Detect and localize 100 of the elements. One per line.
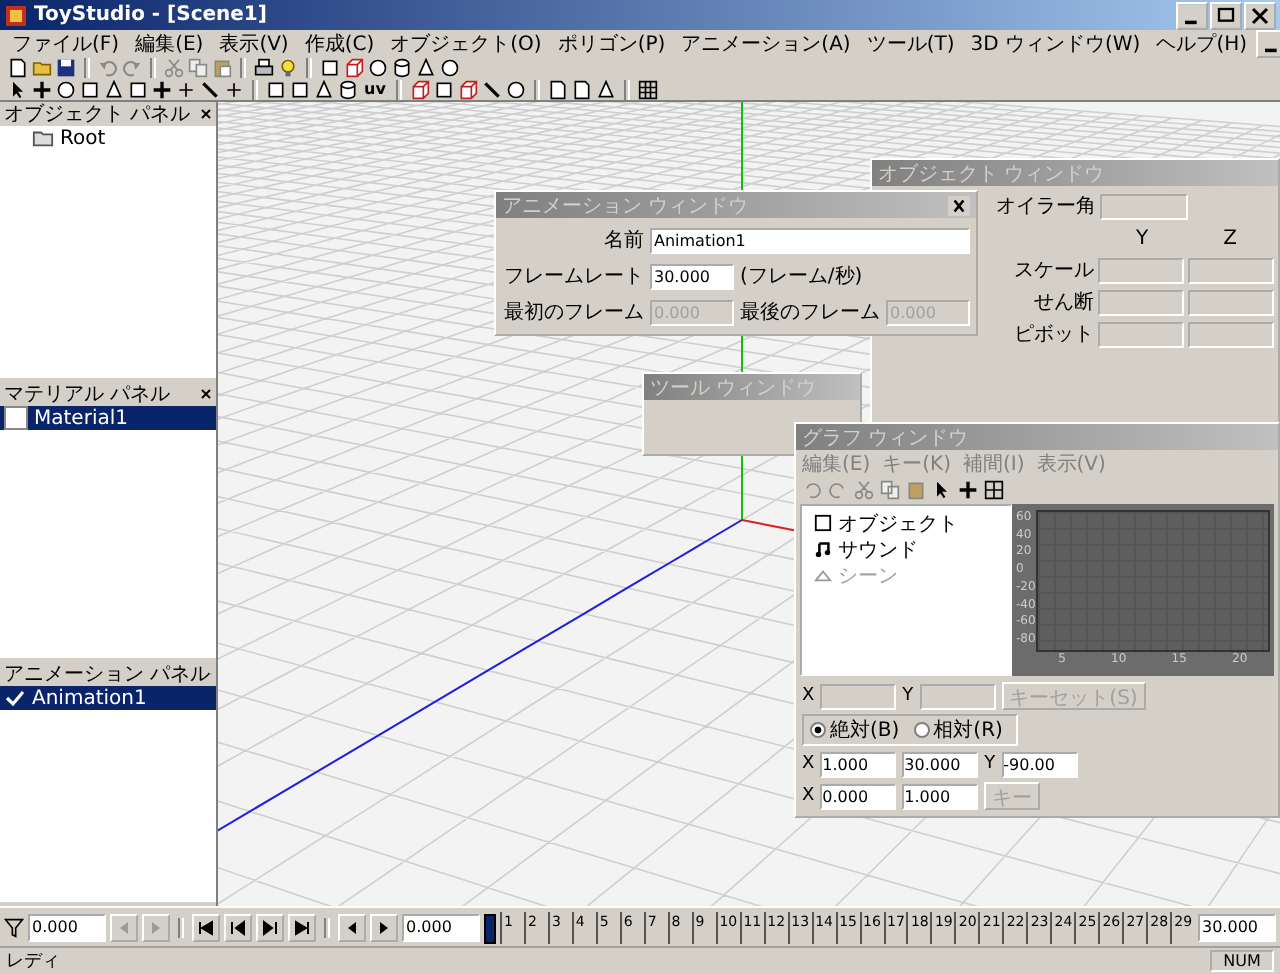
mode-radio[interactable]: 絶対(B) bbox=[810, 716, 900, 744]
current-frame-field[interactable]: 0.000 bbox=[402, 913, 480, 941]
minimize-icon[interactable] bbox=[1176, 1, 1208, 29]
input-field[interactable] bbox=[919, 683, 996, 709]
square-icon[interactable] bbox=[266, 79, 286, 99]
clipboard-icon[interactable] bbox=[212, 57, 232, 77]
move-icon[interactable] bbox=[32, 79, 52, 99]
line-icon[interactable] bbox=[481, 79, 502, 99]
frame-rate-field[interactable]: 30.000 bbox=[650, 263, 734, 289]
plus-icon[interactable] bbox=[224, 79, 244, 99]
clipboard-icon[interactable] bbox=[906, 480, 926, 500]
menu-item[interactable]: 3D ウィンドウ(W) bbox=[962, 29, 1149, 57]
skip-start-icon[interactable] bbox=[192, 913, 220, 941]
input-field[interactable] bbox=[1097, 289, 1184, 315]
panel-list-item[interactable]: Root bbox=[0, 126, 216, 150]
square-icon[interactable] bbox=[290, 79, 310, 99]
menu-item[interactable]: アニメーション(A) bbox=[673, 29, 859, 57]
menu-item[interactable]: 編集(E) bbox=[127, 29, 212, 57]
skip-end-icon[interactable] bbox=[288, 913, 316, 941]
start-frame-field[interactable]: 0.000 bbox=[28, 913, 106, 941]
scene-icon bbox=[814, 566, 832, 584]
input-field[interactable]: -90.00 bbox=[1001, 751, 1078, 777]
cube-icon[interactable] bbox=[344, 57, 364, 77]
field-label: Y bbox=[902, 686, 914, 706]
end-frame-field[interactable]: 30.000 bbox=[1198, 913, 1276, 941]
play-icon[interactable] bbox=[370, 913, 398, 941]
input-field[interactable] bbox=[1187, 321, 1274, 347]
field-label: 最初のフレーム bbox=[504, 299, 644, 326]
menu-item[interactable]: オブジェクト(O) bbox=[382, 29, 550, 57]
pointer-icon[interactable] bbox=[932, 480, 952, 500]
uv-button[interactable]: uv bbox=[362, 79, 388, 99]
plus-icon[interactable] bbox=[176, 79, 196, 99]
window-title: ToyStudio - [Scene1] bbox=[34, 4, 267, 26]
field-label: X bbox=[802, 786, 815, 806]
panel-title: マテリアル パネル bbox=[4, 382, 171, 408]
square-icon[interactable] bbox=[320, 57, 340, 77]
field-label: オイラー角 bbox=[994, 194, 1096, 220]
field-label: 最後のフレーム bbox=[740, 300, 880, 326]
line-icon[interactable] bbox=[200, 79, 220, 99]
square-icon[interactable] bbox=[433, 79, 454, 99]
panel-list-item[interactable]: Animation1 bbox=[0, 686, 216, 710]
name-field[interactable]: Animation1 bbox=[650, 227, 970, 253]
pointer-icon[interactable] bbox=[8, 79, 28, 99]
grid-icon[interactable] bbox=[637, 79, 658, 99]
cone-icon[interactable] bbox=[416, 57, 436, 77]
input-field[interactable] bbox=[820, 683, 897, 709]
window-title: グラフ ウィンドウ bbox=[802, 425, 969, 451]
cube-icon[interactable] bbox=[457, 79, 478, 99]
bulb-icon[interactable] bbox=[278, 57, 298, 77]
printer-icon[interactable] bbox=[254, 57, 274, 77]
cylinder-icon[interactable] bbox=[338, 79, 358, 99]
input-field[interactable] bbox=[1100, 193, 1188, 219]
field-label: Y bbox=[984, 754, 996, 774]
grid-icon[interactable] bbox=[984, 480, 1004, 500]
timeline-thumb[interactable] bbox=[484, 913, 496, 943]
square-icon[interactable] bbox=[128, 79, 148, 99]
status-text: レディ bbox=[6, 950, 60, 974]
tree-item[interactable]: サウンド bbox=[806, 536, 1006, 562]
circle-icon[interactable] bbox=[505, 79, 526, 99]
tree-item[interactable]: オブジェクト bbox=[806, 510, 1006, 536]
checkmark-icon[interactable] bbox=[4, 688, 26, 708]
move-icon[interactable] bbox=[958, 480, 978, 500]
circle-icon[interactable] bbox=[56, 79, 76, 99]
copy-icon[interactable] bbox=[880, 480, 900, 500]
circle-icon[interactable] bbox=[368, 57, 388, 77]
folder-icon[interactable] bbox=[32, 57, 52, 77]
input-field[interactable]: 0.000 bbox=[820, 783, 897, 809]
input-field[interactable] bbox=[1187, 289, 1274, 315]
minimize-icon[interactable] bbox=[1255, 29, 1280, 57]
input-field[interactable]: 1.000 bbox=[902, 783, 979, 809]
cube-icon[interactable] bbox=[409, 79, 430, 99]
page-icon[interactable] bbox=[8, 57, 28, 77]
menu-item[interactable]: ヘルプ(H) bbox=[1148, 29, 1256, 57]
input-field[interactable] bbox=[1097, 257, 1184, 283]
field-label: X bbox=[802, 754, 815, 774]
maximize-icon[interactable] bbox=[1210, 1, 1242, 29]
step-back-icon[interactable] bbox=[224, 913, 252, 941]
step-forward-icon[interactable] bbox=[256, 913, 284, 941]
menu-item[interactable]: ポリゴン(P) bbox=[549, 29, 674, 57]
column-header: Z bbox=[1221, 227, 1239, 249]
menu-item[interactable]: ファイル(F) bbox=[4, 29, 128, 57]
status-indicator: NUM bbox=[1210, 950, 1274, 972]
menu-item[interactable]: ツール(T) bbox=[858, 29, 963, 57]
input-field[interactable]: 30.000 bbox=[902, 751, 979, 777]
circle-icon[interactable] bbox=[440, 57, 460, 77]
field-label: フレームレート bbox=[504, 264, 644, 290]
cylinder-icon[interactable] bbox=[392, 57, 412, 77]
row-label: スケール bbox=[1011, 258, 1094, 284]
panel-list-item[interactable]: Material1 bbox=[0, 406, 216, 430]
menu-item[interactable]: 表示(V) bbox=[211, 29, 297, 57]
mode-radio[interactable]: 相対(R) bbox=[913, 716, 1003, 744]
play-reverse-icon[interactable] bbox=[338, 913, 366, 941]
input-field[interactable] bbox=[1097, 321, 1184, 347]
square-icon[interactable] bbox=[80, 79, 100, 99]
menu-item[interactable]: 作成(C) bbox=[296, 29, 383, 57]
square-icon bbox=[814, 514, 832, 532]
move-icon[interactable] bbox=[152, 79, 172, 99]
filter-icon[interactable] bbox=[4, 917, 24, 937]
input-field[interactable]: 1.000 bbox=[820, 751, 897, 777]
input-field[interactable] bbox=[1187, 257, 1274, 283]
